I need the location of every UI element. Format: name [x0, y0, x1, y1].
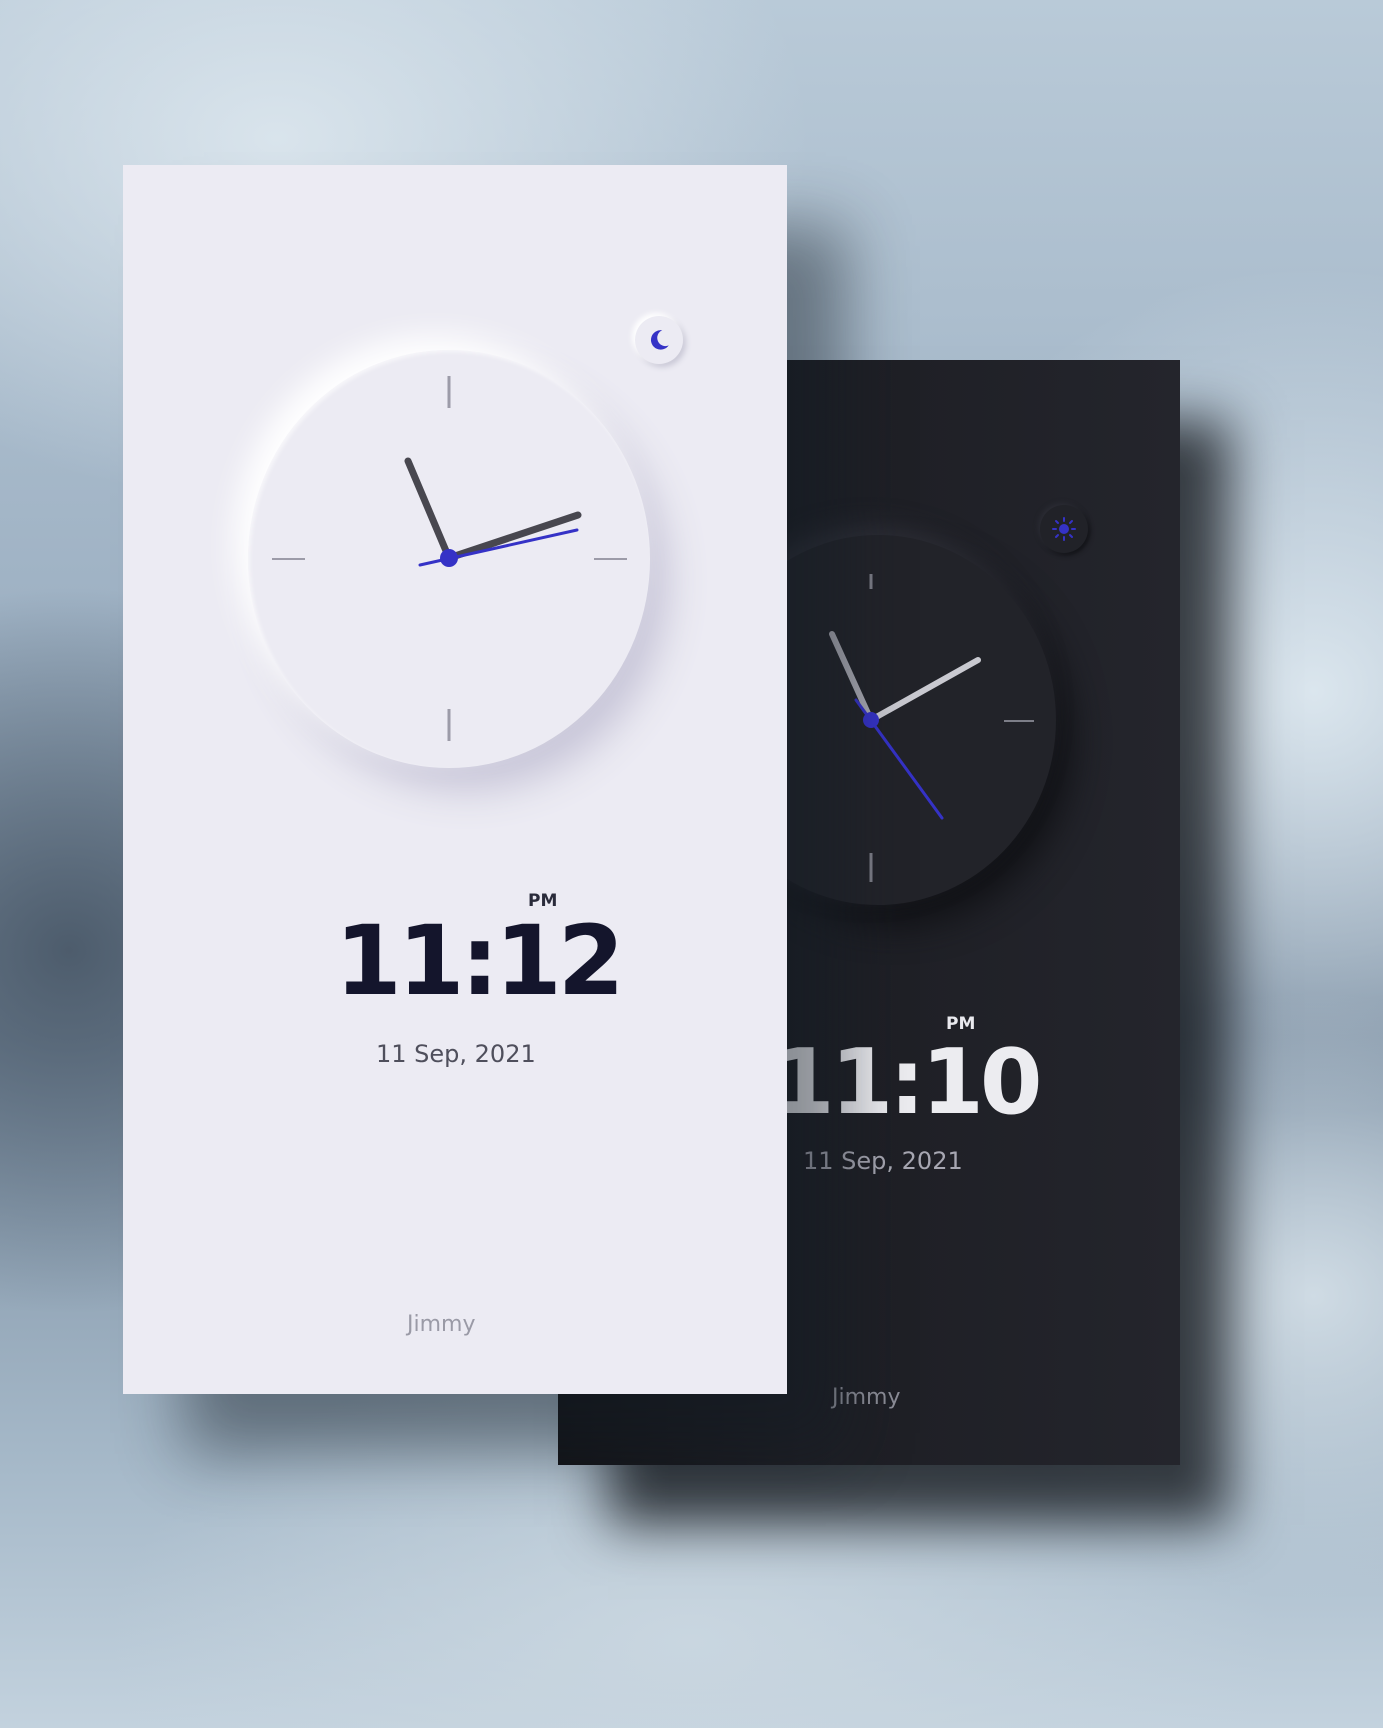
light-clock-hands — [272, 376, 627, 741]
light-user-name: Jimmy — [407, 1312, 476, 1337]
moon-icon — [650, 330, 669, 350]
light-minute-hand — [445, 511, 582, 562]
theme-toggle-button-light[interactable] — [635, 316, 683, 364]
light-center-pin — [440, 549, 458, 567]
light-date-label: 11 Sep, 2021 — [376, 1040, 536, 1068]
light-digital-time: 11:12 — [335, 905, 625, 1017]
light-hour-hand — [404, 457, 453, 562]
